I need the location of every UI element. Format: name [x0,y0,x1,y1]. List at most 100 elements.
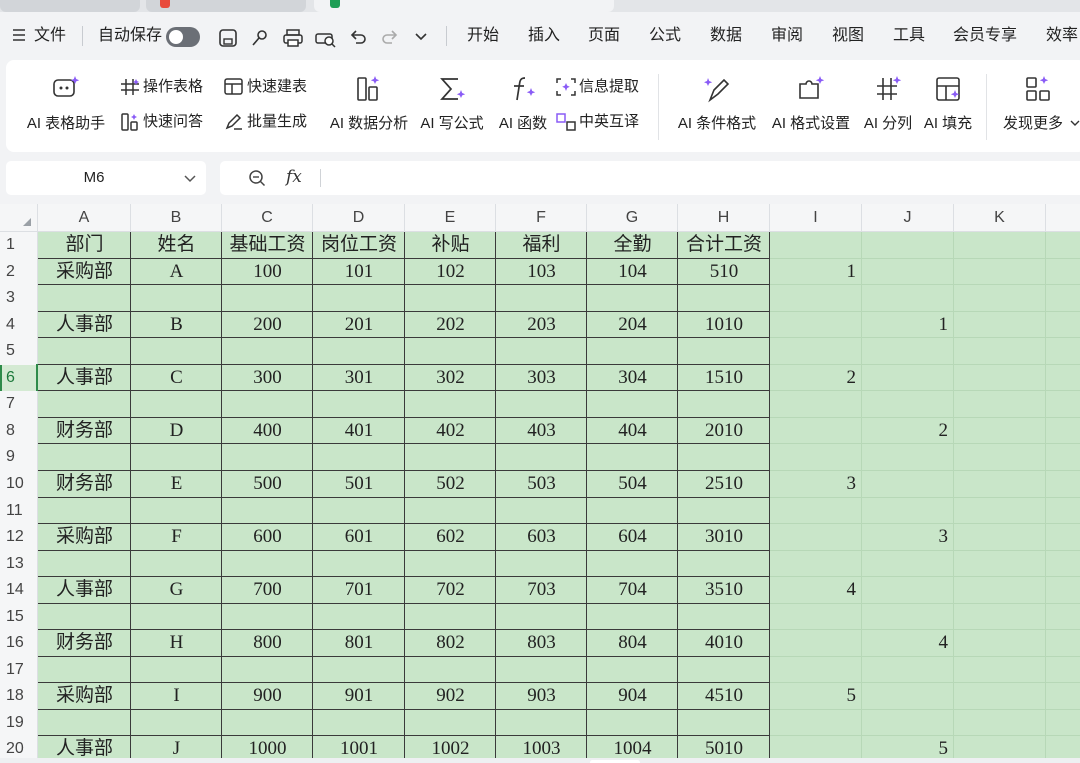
table-cell[interactable]: 1510 [678,365,770,391]
table-cell[interactable]: 402 [405,418,496,444]
table-cell[interactable]: 304 [587,365,678,391]
table-cell[interactable]: 300 [222,365,313,391]
table-cell[interactable]: 102 [405,259,496,285]
table-cell[interactable]: 801 [313,630,405,656]
tab-page[interactable]: 页面 [588,24,620,48]
table-cell[interactable]: 301 [313,365,405,391]
table-cell[interactable]: B [131,312,222,338]
helper-cell-j[interactable]: 4 [862,630,954,656]
header-cell[interactable]: 姓名 [131,232,222,258]
row-header-14[interactable]: 14 [0,577,37,603]
table-cell[interactable]: 4510 [678,683,770,709]
table-cell[interactable]: 财务部 [38,630,131,656]
window-tab[interactable] [146,0,306,12]
redo-icon[interactable] [380,28,400,52]
table-cell[interactable]: 101 [313,259,405,285]
table-cell[interactable]: 901 [313,683,405,709]
helper-cell-i[interactable]: 1 [770,259,862,285]
table-cell[interactable]: H [131,630,222,656]
table-cell[interactable]: 采购部 [38,524,131,550]
table-cell[interactable]: F [131,524,222,550]
table-cell[interactable]: 3510 [678,577,770,603]
table-cell[interactable]: 502 [405,471,496,497]
tab-view[interactable]: 视图 [832,24,864,48]
header-cell[interactable]: 全勤 [587,232,678,258]
tab-formulas[interactable]: 公式 [649,24,681,48]
table-cell[interactable]: 602 [405,524,496,550]
table-cell[interactable]: 700 [222,577,313,603]
cell-area[interactable]: 部门 姓名 基础工资 岗位工资 补贴 福利 全勤 合计工资 采购部 A 100 101 102 103 10… [36,232,1080,763]
helper-cell-j[interactable]: 1 [862,312,954,338]
table-cell[interactable]: 500 [222,471,313,497]
column-header-a[interactable]: A [38,204,131,232]
table-cell[interactable]: 人事部 [38,365,131,391]
discover-more-button[interactable]: 发现更多 [996,60,1080,152]
hamburger-menu-icon[interactable] [12,28,26,52]
helper-cell-j[interactable] [862,577,954,603]
table-cell[interactable]: 604 [587,524,678,550]
row-header-12[interactable]: 12 [0,524,37,550]
window-tab[interactable] [0,0,140,12]
column-header-f[interactable]: F [496,204,587,232]
row-header-10[interactable]: 10 [0,471,37,497]
table-cell[interactable]: 600 [222,524,313,550]
column-header-j[interactable]: J [862,204,954,232]
table-cell[interactable]: 603 [496,524,587,550]
row-header-2[interactable]: 2 [0,259,37,285]
undo-icon[interactable] [348,28,368,52]
row-header-19[interactable]: 19 [0,710,37,736]
helper-cell-j[interactable]: 2 [862,418,954,444]
table-cell[interactable]: 904 [587,683,678,709]
select-all-corner[interactable] [0,204,38,232]
table-cell[interactable]: 504 [587,471,678,497]
batch-generate-button[interactable]: 批量生成 [224,111,324,133]
tab-member[interactable]: 会员专享 [953,24,1017,48]
table-cell[interactable]: 701 [313,577,405,603]
header-cell[interactable]: 合计工资 [678,232,770,258]
info-extract-button[interactable]: 信息提取 [556,76,656,98]
table-cell[interactable]: 103 [496,259,587,285]
helper-cell-i[interactable] [770,524,862,550]
name-box[interactable]: M6 [6,161,206,195]
table-cell[interactable]: 3010 [678,524,770,550]
table-cell[interactable]: 902 [405,683,496,709]
print-icon[interactable] [282,28,304,52]
column-header-b[interactable]: B [131,204,222,232]
table-cell[interactable]: 503 [496,471,587,497]
table-cell[interactable]: 704 [587,577,678,603]
column-header-i[interactable]: I [770,204,862,232]
header-cell[interactable]: 部门 [38,232,131,258]
helper-cell-i[interactable]: 3 [770,471,862,497]
header-cell[interactable]: 福利 [496,232,587,258]
ai-fill-button[interactable]: AI 填充 [918,60,978,152]
header-cell[interactable]: 补贴 [405,232,496,258]
table-cell[interactable]: 800 [222,630,313,656]
column-header-e[interactable]: E [405,204,496,232]
cn-en-translate-button[interactable]: 中英互译 [556,111,656,133]
table-cell[interactable]: 财务部 [38,471,131,497]
column-header-k[interactable]: K [954,204,1046,232]
tab-efficiency[interactable]: 效率 [1046,24,1078,48]
tab-data[interactable]: 数据 [710,24,742,48]
row-header-7[interactable]: 7 [0,391,37,417]
row-header-5[interactable]: 5 [0,338,37,364]
table-cell[interactable]: 804 [587,630,678,656]
column-header-h[interactable]: H [678,204,770,232]
row-header-4[interactable]: 4 [0,312,37,338]
helper-cell-i[interactable]: 4 [770,577,862,603]
helper-cell-i[interactable] [770,418,862,444]
row-header-15[interactable]: 15 [0,604,37,630]
table-cell[interactable]: 人事部 [38,312,131,338]
table-cell[interactable]: 201 [313,312,405,338]
table-cell[interactable]: 510 [678,259,770,285]
table-cell[interactable]: 200 [222,312,313,338]
helper-cell-i[interactable]: 5 [770,683,862,709]
ai-split-button[interactable]: AI 分列 [858,60,918,152]
table-cell[interactable]: 人事部 [38,577,131,603]
helper-cell-i[interactable] [770,630,862,656]
table-cell[interactable]: E [131,471,222,497]
chevron-down-icon[interactable] [184,172,196,184]
quick-question-button[interactable]: 快速问答 [120,111,220,133]
column-header-c[interactable]: C [222,204,313,232]
formula-input[interactable] [330,161,1080,195]
